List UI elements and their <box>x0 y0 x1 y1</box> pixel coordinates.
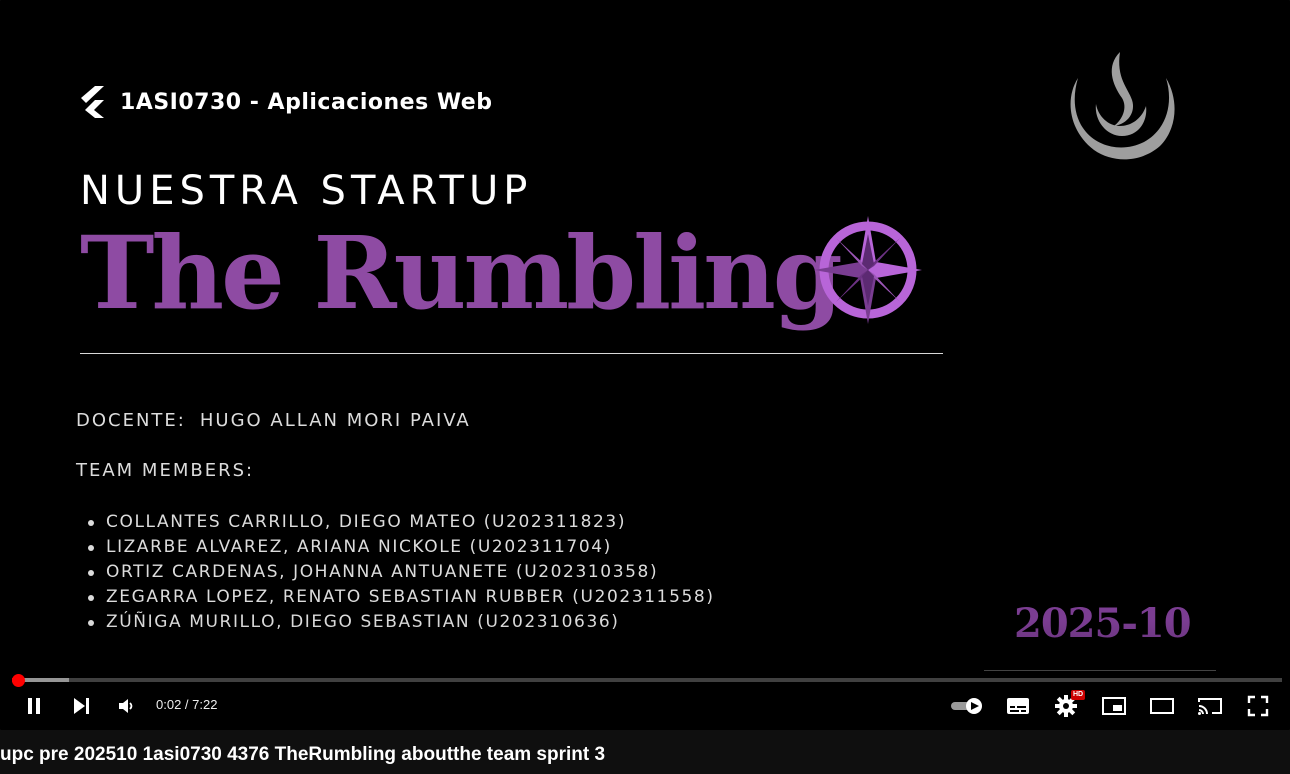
member-name: ORTIZ CARDENAS, JOHANNA ANTUANETE (U2023… <box>106 562 659 582</box>
theater-mode-button[interactable] <box>1146 690 1178 722</box>
member-item: ZEGARRA LOPEZ, RENATO SEBASTIAN RUBBER (… <box>88 585 715 610</box>
hd-badge: HD <box>1071 690 1086 700</box>
member-name: COLLANTES CARRILLO, DIEGO MATEO (U202311… <box>106 512 627 532</box>
bullet <box>88 569 94 576</box>
member-item: COLLANTES CARRILLO, DIEGO MATEO (U202311… <box>88 510 715 535</box>
subtitles-button[interactable] <box>1002 690 1034 722</box>
member-item: ORTIZ CARDENAS, JOHANNA ANTUANETE (U2023… <box>88 560 715 585</box>
member-name: LIZARBE ALVAREZ, ARIANA NICKOLE (U202311… <box>106 537 612 557</box>
miniplayer-icon <box>1102 697 1126 715</box>
cast-button[interactable] <box>1194 690 1226 722</box>
fullscreen-button[interactable] <box>1242 690 1274 722</box>
controls-gradient <box>0 620 1290 730</box>
member-name: ZEGARRA LOPEZ, RENATO SEBASTIAN RUBBER (… <box>106 587 715 607</box>
members-list: COLLANTES CARRILLO, DIEGO MATEO (U202311… <box>88 510 715 635</box>
members-title: TEAM MEMBERS: <box>76 460 255 481</box>
bullet <box>88 594 94 601</box>
autoplay-toggle-icon <box>951 698 982 714</box>
bullet <box>88 519 94 526</box>
video-player[interactable]: 1ASI0730 - Aplicaciones Web NUESTRA STAR… <box>0 0 1290 730</box>
miniplayer-button[interactable] <box>1098 690 1130 722</box>
volume-icon <box>119 699 133 713</box>
teacher-label: DOCENTE: <box>76 410 186 431</box>
title-divider <box>80 353 943 354</box>
next-button[interactable] <box>66 690 96 722</box>
subtitles-icon <box>1007 698 1029 714</box>
fullscreen-icon <box>1247 695 1269 717</box>
scrubber-handle[interactable] <box>11 674 25 687</box>
pause-icon <box>28 698 40 714</box>
course-header: 1ASI0730 - Aplicaciones Web <box>80 86 492 118</box>
startup-name: The Rumbling <box>80 214 843 332</box>
theater-icon <box>1150 698 1174 714</box>
course-title: 1ASI0730 - Aplicaciones Web <box>120 89 493 115</box>
autoplay-toggle[interactable] <box>948 690 986 722</box>
video-title: upc pre 202510 1asi0730 4376 TheRumbling… <box>0 744 606 765</box>
member-item: LIZARBE ALVAREZ, ARIANA NICKOLE (U202311… <box>88 535 715 560</box>
upc-logo <box>1070 52 1175 160</box>
bullet <box>88 544 94 551</box>
pause-button[interactable] <box>18 690 50 722</box>
cast-icon <box>1198 698 1222 715</box>
slide-kicker: NUESTRA STARTUP <box>80 168 533 214</box>
teacher-name: HUGO ALLAN MORI PAIVA <box>199 410 471 431</box>
time-display: 0:02 / 7:22 <box>156 697 218 712</box>
teacher-line: DOCENTE: HUGO ALLAN MORI PAIVA <box>76 410 471 431</box>
next-icon <box>74 698 89 714</box>
flutter-icon <box>81 86 104 118</box>
progress-bar[interactable] <box>12 678 1282 682</box>
volume-button[interactable] <box>112 690 140 722</box>
compass-icon <box>814 216 922 324</box>
